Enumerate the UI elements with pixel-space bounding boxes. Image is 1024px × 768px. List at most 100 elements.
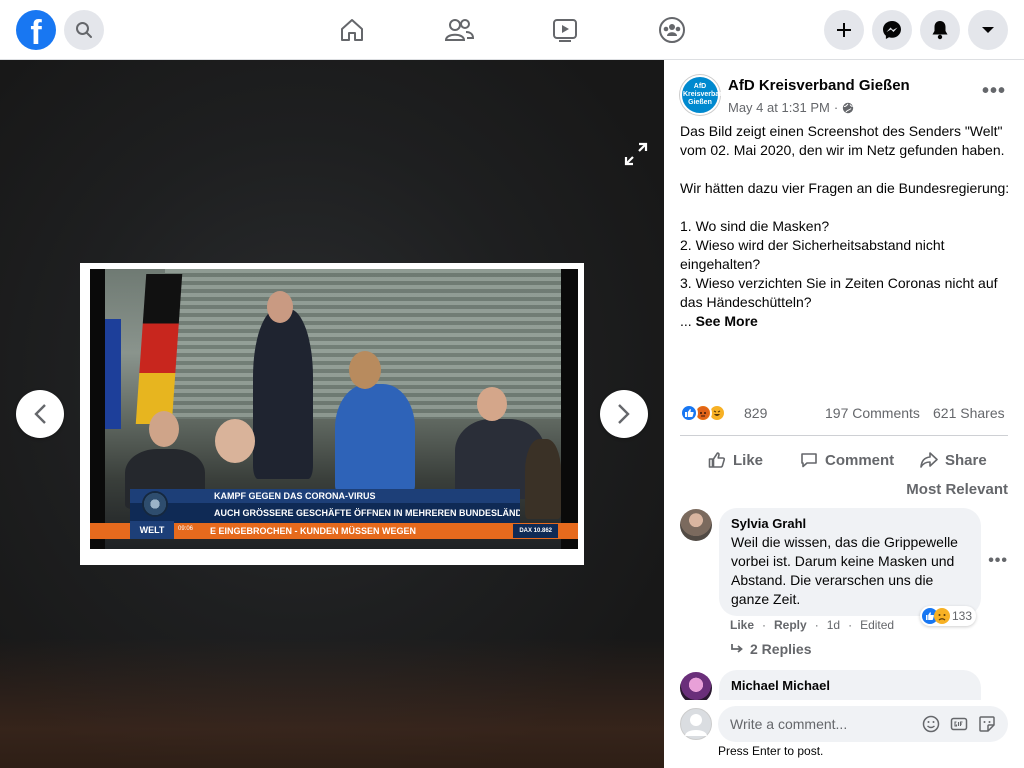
comment-time[interactable]: 1d (827, 618, 840, 632)
post-options-button[interactable]: ••• (982, 80, 1006, 103)
share-label: Share (945, 451, 987, 469)
user-avatar (680, 708, 712, 740)
post-date[interactable]: May 4 at 1:31 PM (728, 100, 830, 115)
chevron-left-icon (34, 404, 46, 424)
comment-options-button[interactable]: ••• (988, 552, 1008, 570)
home-icon (341, 19, 363, 41)
post-text: Das Bild zeigt einen Screenshot des Send… (680, 122, 1010, 331)
globe-icon (843, 102, 854, 113)
comment-label: Comment (825, 451, 895, 469)
default-avatar-icon (685, 714, 707, 736)
commenter-name[interactable]: Michael Michael (731, 678, 969, 693)
comment-sort-dropdown[interactable]: Most Relevant (906, 481, 1008, 498)
like-label: Like (733, 451, 764, 469)
person-standing-man (253, 309, 313, 479)
share-icon (920, 452, 938, 468)
sticker-icon[interactable] (978, 715, 996, 733)
person-head (149, 411, 179, 447)
ticker-subline: AUCH GRÖSSERE GESCHÄFTE ÖFFNEN IN MEHRER… (130, 503, 520, 523)
welt-logo: WELT (130, 521, 174, 539)
expand-icon[interactable] (622, 140, 650, 168)
composer-hint: Press Enter to post. (718, 744, 824, 758)
caret-down-icon (982, 27, 994, 33)
separator: · (848, 618, 853, 632)
messenger-icon (883, 21, 901, 39)
account-menu-button[interactable] (968, 10, 1008, 50)
reactions-summary: 829 197 Comments 621 Shares (680, 402, 1008, 424)
comment-composer: Write a comment... Press Enter to post. (664, 700, 1024, 768)
commenter-name[interactable]: Sylvia Grahl (731, 516, 969, 531)
like-reaction-icon[interactable] (680, 404, 698, 422)
post-photo[interactable]: KAMPF GEGEN DAS CORONA-VIRUS AUCH GRÖSSE… (80, 263, 584, 565)
comment-placeholder: Write a comment... (730, 716, 848, 732)
logo-letter: f (30, 14, 42, 50)
view-replies-link[interactable]: 2 Replies (730, 641, 811, 657)
comment-edited: Edited (860, 618, 895, 632)
comment-button[interactable]: Comment (800, 444, 894, 476)
post-author[interactable]: AfD Kreisverband Gießen (728, 77, 910, 94)
post-panel: AfD Kreisverband Gießen AfD Kreisverband… (664, 60, 1024, 768)
previous-photo-button[interactable] (16, 390, 64, 438)
viewer-background-glow (0, 638, 664, 768)
top-navigation-bar: f (0, 0, 1024, 60)
notifications-button[interactable] (920, 10, 960, 50)
sad-reaction-icon (934, 608, 950, 624)
divider (680, 435, 1008, 436)
comment-reply-button[interactable]: Reply (774, 618, 807, 632)
reply-arrow-icon (731, 644, 743, 653)
person-head-foreground (215, 419, 255, 463)
photo-viewer: KAMPF GEGEN DAS CORONA-VIRUS AUCH GRÖSSE… (0, 60, 664, 768)
composer-tools (922, 715, 996, 733)
person-head (267, 291, 293, 323)
ticker-time: 09:06 (178, 526, 194, 532)
comment-like-button[interactable]: Like (730, 618, 754, 632)
comments-count[interactable]: 197 Comments (825, 405, 920, 421)
share-button[interactable]: Share (920, 444, 987, 476)
page-avatar-text: AfD Kreisverband Gießen (683, 83, 728, 106)
comment-reaction-count: 133 (952, 609, 973, 623)
virus-icon (142, 491, 168, 517)
groups-icon (659, 17, 685, 43)
person-head (349, 351, 381, 389)
separator: · (814, 618, 819, 632)
replies-count: 2 Replies (750, 641, 812, 657)
commenter-avatar[interactable] (680, 509, 712, 541)
comment-actions: Like · Reply · 1d · Edited (730, 618, 894, 632)
friends-icon (444, 19, 474, 41)
post-meta: May 4 at 1:31 PM · (728, 100, 854, 115)
bell-icon (932, 21, 948, 40)
comment-icon (801, 453, 817, 468)
nav-friends[interactable] (443, 14, 475, 46)
shares-count[interactable]: 621 Shares (933, 405, 1005, 421)
tv-ticker-overlay: KAMPF GEGEN DAS CORONA-VIRUS AUCH GRÖSSE… (90, 487, 578, 549)
reaction-count[interactable]: 829 (744, 405, 767, 421)
nav-home[interactable] (336, 14, 368, 46)
nav-watch[interactable] (549, 14, 581, 46)
emoji-icon[interactable] (922, 715, 940, 733)
person-blue-jacket (335, 384, 415, 494)
comment-text: Weil die wissen, das die Grippewelle vor… (731, 534, 958, 607)
plus-icon (837, 23, 851, 37)
photo-content: KAMPF GEGEN DAS CORONA-VIRUS AUCH GRÖSSE… (90, 269, 578, 549)
separator: · (762, 618, 767, 632)
page-avatar[interactable]: AfD Kreisverband Gießen (680, 75, 728, 115)
search-button[interactable] (64, 10, 104, 50)
facebook-logo[interactable]: f (16, 10, 56, 50)
comment-bubble: Sylvia Grahl Weil die wissen, das die Gr… (719, 508, 981, 616)
next-photo-button[interactable] (600, 390, 648, 438)
person-head (477, 387, 507, 421)
watch-icon (553, 19, 577, 42)
like-button[interactable]: Like (708, 444, 763, 476)
thumbs-up-icon (708, 452, 726, 468)
messenger-button[interactable] (872, 10, 912, 50)
ticker-headline: KAMPF GEGEN DAS CORONA-VIRUS (130, 489, 520, 503)
ticker-dax: DAX 10.862 (513, 524, 558, 538)
see-more-link[interactable]: See More (696, 313, 758, 329)
meta-separator: · (833, 100, 839, 115)
gif-icon[interactable] (950, 715, 968, 733)
chevron-right-icon (618, 404, 630, 424)
search-icon (76, 22, 92, 38)
comment-reactions[interactable]: 133 (920, 606, 977, 626)
create-button[interactable] (824, 10, 864, 50)
nav-groups[interactable] (656, 14, 688, 46)
